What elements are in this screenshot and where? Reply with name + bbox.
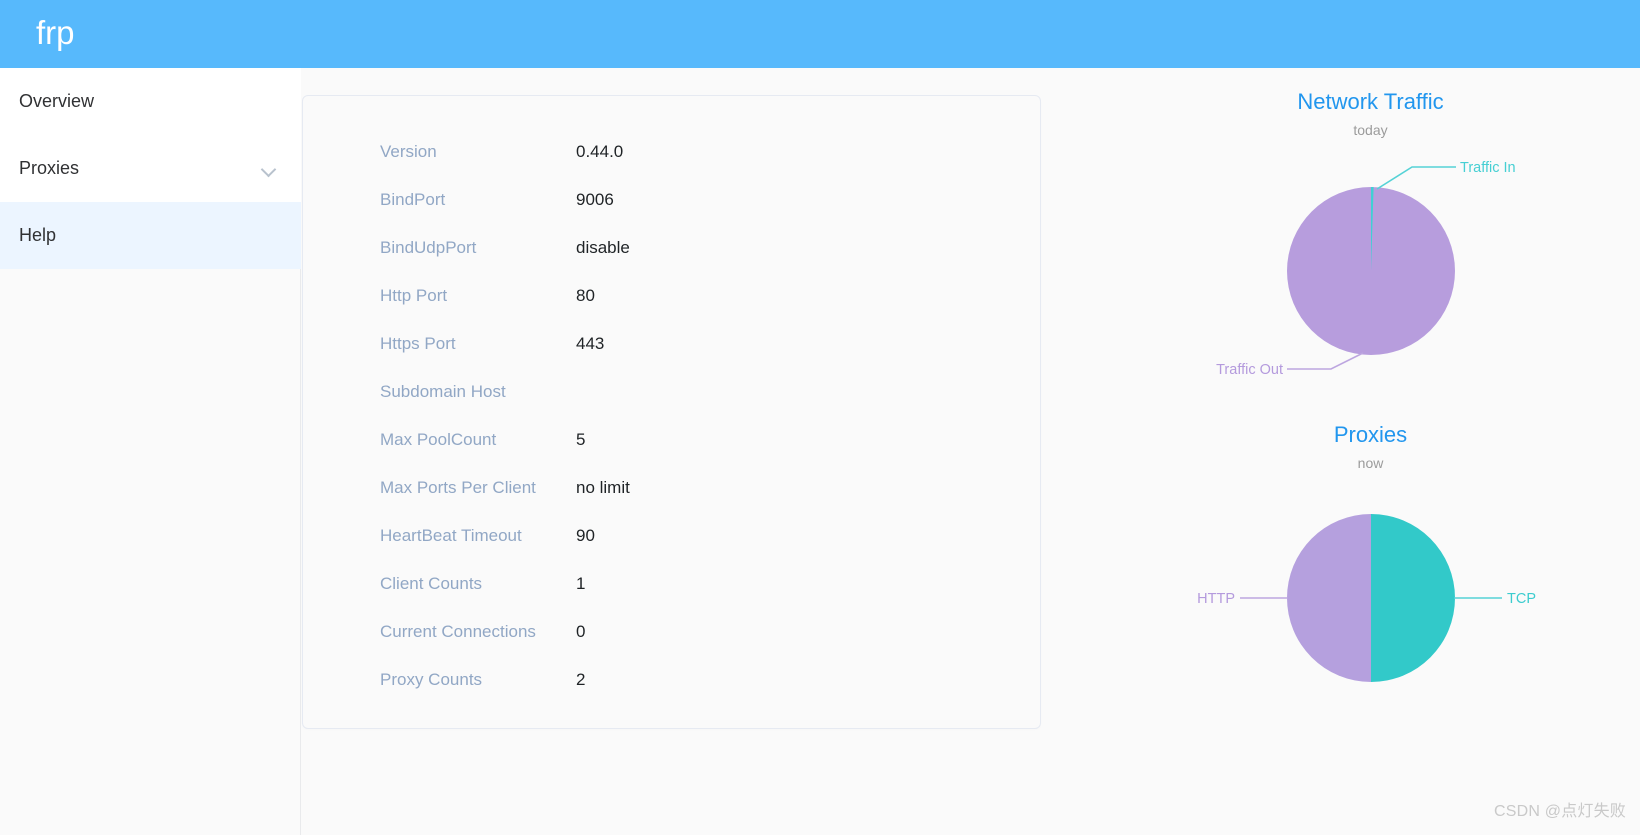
row-key: Max Ports Per Client — [380, 478, 536, 497]
table-row: BindUdpPort disable — [303, 224, 1040, 272]
chart-subtitle: today — [1353, 122, 1388, 139]
row-value: disable — [576, 238, 630, 257]
row-key: HeartBeat Timeout — [380, 526, 522, 545]
table-row: Subdomain Host — [303, 368, 1040, 416]
row-key: Version — [380, 142, 437, 161]
row-value: 9006 — [576, 190, 614, 209]
table-row: Current Connections 0 — [303, 608, 1040, 656]
sidebar-item-label: Overview — [19, 91, 95, 111]
sidebar-item-label: Proxies — [19, 158, 80, 178]
network-traffic-chart: Network Traffic today Traffic In Traffic… — [1101, 89, 1640, 410]
pie-area: Traffic In Traffic Out — [1101, 153, 1640, 383]
row-key: Max PoolCount — [380, 430, 497, 449]
sidebar-item-proxies[interactable]: Proxies — [0, 135, 301, 202]
row-value: 443 — [576, 334, 605, 353]
row-value: 0.44.0 — [576, 142, 624, 161]
row-value: no limit — [576, 478, 630, 497]
sidebar-item-label: Help — [19, 225, 57, 245]
table-row: BindPort 9006 — [303, 176, 1040, 224]
table-row: Client Counts 1 — [303, 560, 1040, 608]
row-value: 1 — [576, 574, 586, 593]
table-row: Max PoolCount 5 — [303, 416, 1040, 464]
table-row: Proxy Counts 2 — [303, 656, 1040, 704]
table-row: Https Port 443 — [303, 320, 1040, 368]
row-key: BindPort — [380, 190, 446, 209]
server-info-card: Version 0.44.0 BindPort 9006 BindUdpPort… — [302, 95, 1041, 729]
table-row: Max Ports Per Client no limit — [303, 464, 1040, 512]
row-key: Proxy Counts — [380, 670, 483, 689]
sidebar-empty-space — [0, 269, 300, 835]
app-brand-title: frp — [36, 13, 75, 51]
pie-area: HTTP TCP — [1101, 486, 1640, 716]
charts-column: Network Traffic today Traffic In Traffic… — [1101, 68, 1640, 835]
sidebar-item-help[interactable]: Help — [0, 202, 301, 269]
row-key: Current Connections — [380, 622, 536, 641]
traffic-pie-svg: Traffic In Traffic Out — [1216, 160, 1516, 378]
tcp-label: TCP — [1507, 591, 1536, 607]
row-value: 5 — [576, 430, 586, 449]
sidebar: Overview Proxies Help — [0, 68, 301, 835]
http-label: HTTP — [1197, 591, 1235, 607]
row-key: Subdomain Host — [380, 382, 506, 401]
proxies-pie-svg: HTTP TCP — [1197, 513, 1536, 682]
row-value: 0 — [576, 622, 586, 641]
chart-title: Network Traffic — [1297, 89, 1444, 114]
app-header: frp — [0, 0, 1640, 68]
sidebar-item-overview[interactable]: Overview — [0, 68, 301, 135]
table-row: Http Port 80 — [303, 272, 1040, 320]
chart-title: Proxies — [1333, 422, 1408, 447]
row-key: BindUdpPort — [380, 238, 477, 257]
sidebar-nav-list: Overview Proxies Help — [0, 68, 301, 269]
row-value: 80 — [576, 286, 595, 305]
frp-dashboard: frp Overview Proxies Help Version 0.44.0… — [0, 0, 1640, 835]
csdn-watermark: CSDN @点灯失败 — [1493, 803, 1626, 820]
traffic-in-label: Traffic In — [1460, 160, 1516, 176]
pie-slice-http[interactable] — [1287, 513, 1371, 682]
table-row: HeartBeat Timeout 90 — [303, 512, 1040, 560]
chevron-down-icon[interactable] — [261, 161, 277, 177]
traffic-out-leader-line — [1287, 351, 1364, 370]
row-key: Client Counts — [380, 574, 483, 593]
traffic-in-leader-line — [1376, 165, 1456, 190]
row-key: Https Port — [380, 334, 456, 353]
row-key: Http Port — [380, 286, 448, 305]
chart-subtitle: now — [1357, 455, 1384, 472]
traffic-out-label: Traffic Out — [1216, 362, 1283, 378]
server-info-table: Version 0.44.0 BindPort 9006 BindUdpPort… — [303, 96, 1040, 704]
pie-slice-tcp[interactable] — [1371, 513, 1455, 682]
proxies-chart: Proxies now HTTP TCP — [1101, 422, 1640, 743]
main-content: Version 0.44.0 BindPort 9006 BindUdpPort… — [301, 68, 1640, 835]
row-value: 2 — [576, 670, 586, 689]
table-row: Version 0.44.0 — [303, 128, 1040, 176]
row-value: 90 — [576, 526, 595, 545]
